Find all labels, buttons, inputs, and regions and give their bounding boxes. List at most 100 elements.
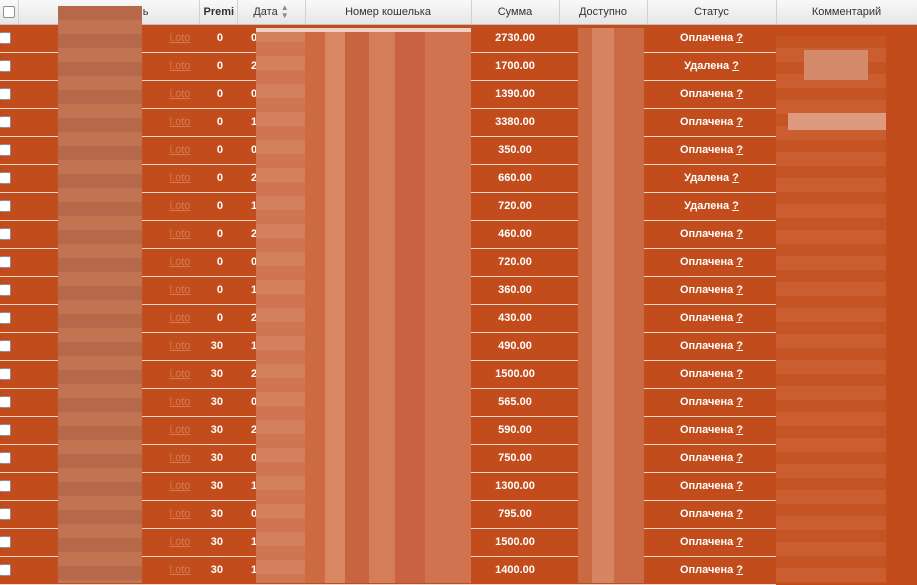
row-select-cell[interactable]: [0, 80, 18, 109]
username-link[interactable]: ac l.oto: [18, 416, 199, 445]
row-checkbox-icon[interactable]: [0, 312, 11, 325]
table-row[interactable]: ac l.oto 30 11. 1400.00 Оплачена?: [0, 556, 917, 585]
status-help-link[interactable]: ?: [736, 536, 743, 548]
username-link[interactable]: ac l.oto: [18, 332, 199, 361]
column-header-sum[interactable]: Сумма: [471, 0, 560, 25]
row-checkbox-icon[interactable]: [0, 424, 11, 437]
status-help-link[interactable]: ?: [736, 228, 743, 240]
username-link[interactable]: ac l.oto: [18, 220, 199, 249]
select-all-checkbox-icon[interactable]: [3, 5, 15, 18]
row-select-cell[interactable]: [0, 248, 18, 277]
row-checkbox-icon[interactable]: [0, 564, 11, 577]
column-header-available[interactable]: Доступно: [559, 0, 648, 25]
row-select-cell[interactable]: [0, 388, 18, 417]
row-select-cell[interactable]: [0, 444, 18, 473]
username-link[interactable]: ac l.oto: [18, 276, 199, 305]
row-checkbox-icon[interactable]: [0, 536, 11, 549]
table-row[interactable]: ac l.oto 0 06. 720.00 Оплачена?: [0, 248, 917, 277]
table-row[interactable]: ac l.oto 0 13. 720.00 Удалена?: [0, 192, 917, 221]
table-row[interactable]: ac l.oto 30 04. 750.00 Оплачена?: [0, 444, 917, 473]
row-select-cell[interactable]: [0, 108, 18, 137]
row-select-cell[interactable]: [0, 136, 18, 165]
row-checkbox-icon[interactable]: [0, 144, 11, 157]
row-select-cell[interactable]: [0, 332, 18, 361]
table-row[interactable]: ac l.oto 30 20. 1500.00 Оплачена?: [0, 360, 917, 389]
username-link[interactable]: ac l.oto: [18, 360, 199, 389]
table-row[interactable]: ac l.oto 0 07. 1390.00 Оплачена?: [0, 80, 917, 109]
row-checkbox-icon[interactable]: [0, 368, 11, 381]
row-checkbox-icon[interactable]: [0, 116, 11, 129]
status-help-link[interactable]: ?: [736, 452, 743, 464]
row-checkbox-icon[interactable]: [0, 508, 11, 521]
column-header-status[interactable]: Статус: [647, 0, 777, 25]
status-help-link[interactable]: ?: [736, 424, 743, 436]
row-select-cell[interactable]: [0, 52, 18, 81]
username-link[interactable]: ac l.oto: [18, 52, 199, 81]
username-link[interactable]: ac l.oto: [18, 500, 199, 529]
status-help-link[interactable]: ?: [736, 508, 743, 520]
column-header-comment[interactable]: Комментарий: [776, 0, 917, 25]
sort-up-down-icon[interactable]: ▲ ▼: [281, 3, 289, 20]
row-checkbox-icon[interactable]: [0, 60, 11, 73]
status-help-link[interactable]: ?: [736, 88, 743, 100]
table-row[interactable]: ac l.oto 0 28. 430.00 Оплачена?: [0, 304, 917, 333]
status-help-link[interactable]: ?: [736, 256, 743, 268]
row-checkbox-icon[interactable]: [0, 340, 11, 353]
row-select-cell[interactable]: [0, 192, 18, 221]
row-checkbox-icon[interactable]: [0, 172, 11, 185]
table-row[interactable]: ac l.oto 30 07. 565.00 Оплачена?: [0, 388, 917, 417]
username-link[interactable]: ac l.oto: [18, 80, 199, 109]
username-link[interactable]: ac l.oto: [18, 472, 199, 501]
row-checkbox-icon[interactable]: [0, 284, 11, 297]
username-link[interactable]: ac l.oto: [18, 108, 199, 137]
row-checkbox-icon[interactable]: [0, 228, 11, 241]
table-row[interactable]: ac l.oto 0 26. 460.00 Оплачена?: [0, 220, 917, 249]
row-select-cell[interactable]: [0, 556, 18, 585]
row-checkbox-icon[interactable]: [0, 480, 11, 493]
row-select-cell[interactable]: [0, 304, 18, 333]
table-row[interactable]: ac l.oto 30 10. 490.00 Оплачена?: [0, 332, 917, 361]
column-header-username[interactable]: ь: [18, 0, 200, 25]
row-select-cell[interactable]: [0, 220, 18, 249]
status-help-link[interactable]: ?: [736, 340, 743, 352]
status-help-link[interactable]: ?: [732, 60, 739, 72]
row-select-cell[interactable]: [0, 164, 18, 193]
status-help-link[interactable]: ?: [736, 396, 743, 408]
table-row[interactable]: ac l.oto 0 21. 1700.00 Удалена?: [0, 52, 917, 81]
table-row[interactable]: ac l.oto 30 13. 1500.00 Оплачена?: [0, 528, 917, 557]
table-row[interactable]: ac l.oto 0 10. 360.00 Оплачена?: [0, 276, 917, 305]
table-row[interactable]: ac l.oto 30 12. 1300.00 Оплачена?: [0, 472, 917, 501]
status-help-link[interactable]: ?: [736, 116, 743, 128]
row-checkbox-icon[interactable]: [0, 256, 11, 269]
username-link[interactable]: ac l.oto: [18, 24, 199, 53]
row-checkbox-icon[interactable]: [0, 200, 11, 213]
table-row[interactable]: ac l.oto 0 08. 350.00 Оплачена?: [0, 136, 917, 165]
column-header-wallet[interactable]: Номер кошелька: [305, 0, 472, 25]
table-row[interactable]: ac l.oto 30 23. 590.00 Оплачена?: [0, 416, 917, 445]
username-link[interactable]: ac l.oto: [18, 304, 199, 333]
row-select-cell[interactable]: [0, 528, 18, 557]
row-select-cell[interactable]: [0, 416, 18, 445]
username-link[interactable]: ac l.oto: [18, 164, 199, 193]
row-checkbox-icon[interactable]: [0, 32, 11, 45]
status-help-link[interactable]: ?: [732, 200, 739, 212]
status-help-link[interactable]: ?: [732, 172, 739, 184]
username-link[interactable]: ac l.oto: [18, 248, 199, 277]
row-select-cell[interactable]: [0, 472, 18, 501]
username-link[interactable]: ac l.oto: [18, 192, 199, 221]
row-select-cell[interactable]: [0, 360, 18, 389]
row-checkbox-icon[interactable]: [0, 88, 11, 101]
row-select-cell[interactable]: [0, 276, 18, 305]
status-help-link[interactable]: ?: [736, 564, 743, 576]
row-checkbox-icon[interactable]: [0, 452, 11, 465]
username-link[interactable]: ac l.oto: [18, 388, 199, 417]
table-row[interactable]: ac l.oto 30 07. 795.00 Оплачена?: [0, 500, 917, 529]
username-link[interactable]: ac l.oto: [18, 528, 199, 557]
status-help-link[interactable]: ?: [736, 284, 743, 296]
status-help-link[interactable]: ?: [736, 32, 743, 44]
table-row[interactable]: ac l.oto 0 02. 2730.00 Оплачена?: [0, 24, 917, 53]
table-row[interactable]: ac l.oto 0 21. 660.00 Удалена?: [0, 164, 917, 193]
row-select-cell[interactable]: [0, 24, 18, 53]
status-help-link[interactable]: ?: [736, 144, 743, 156]
row-checkbox-icon[interactable]: [0, 396, 11, 409]
